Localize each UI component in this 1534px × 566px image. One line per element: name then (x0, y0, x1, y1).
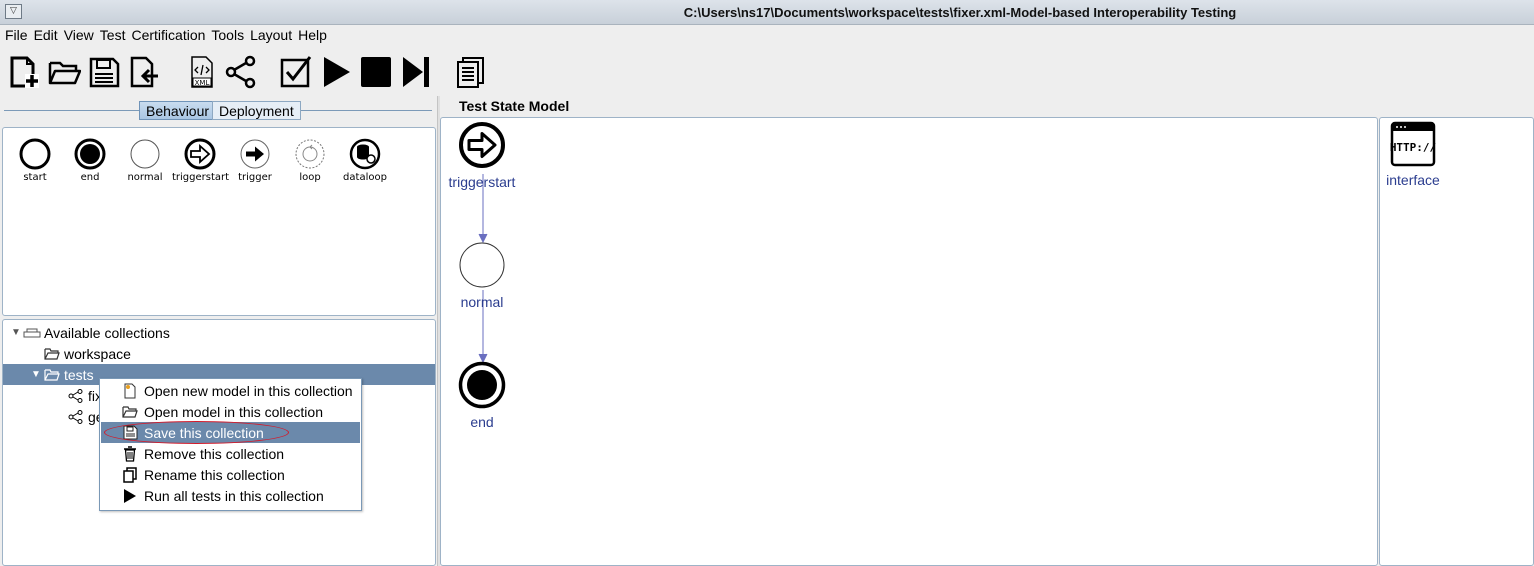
dataloop-state-icon (349, 138, 381, 170)
share-graph-icon[interactable] (223, 54, 259, 90)
palette-item-normal[interactable]: normal (117, 136, 173, 183)
tree-root-label: Available collections (44, 324, 170, 341)
node-normal[interactable]: normal (437, 240, 527, 310)
node-label: triggerstart (448, 174, 516, 190)
validate-check-icon[interactable] (278, 54, 314, 90)
export-icon[interactable] (126, 54, 162, 90)
loop-state-icon (295, 139, 325, 169)
node-interface[interactable]: HTTP:// interface (1368, 120, 1458, 188)
folder-icon (43, 347, 61, 361)
tree-item-workspace[interactable]: workspace (29, 343, 461, 364)
model-graph-icon (67, 388, 85, 403)
play-icon (122, 488, 138, 504)
start-state-icon (19, 138, 51, 170)
menu-help[interactable]: Help (293, 26, 327, 46)
stop-icon[interactable] (358, 54, 394, 90)
expand-arrow-icon[interactable]: ▼ (9, 327, 23, 338)
normal-state-icon (130, 139, 160, 169)
svg-text:XML: XML (195, 79, 210, 87)
http-interface-icon: HTTP:// (1390, 121, 1437, 167)
window-title: C:\Users\ns17\Documents\workspace\tests\… (683, 5, 1237, 20)
menu-view[interactable]: View (59, 26, 94, 46)
menu-file[interactable]: File (0, 26, 28, 46)
menu-item-label: Save this collection (144, 424, 264, 441)
menu-layout[interactable]: Layout (245, 26, 292, 46)
palette-item-label: normal (127, 172, 163, 183)
palette-item-start[interactable]: start (7, 136, 63, 183)
trash-icon (122, 445, 138, 462)
folder-icon (43, 368, 61, 382)
menu-item-remove-collection[interactable]: Remove this collection (101, 443, 360, 464)
application-window: ▽ C:\Users\ns17\Documents\workspace\test… (0, 0, 1534, 566)
canvas-title: Test State Model (459, 98, 570, 114)
svg-text:HTTP://: HTTP:// (1390, 141, 1437, 154)
node-label: normal (460, 294, 504, 310)
title-bar: ▽ C:\Users\ns17\Documents\workspace\test… (0, 0, 1534, 25)
node-label: interface (1386, 172, 1440, 188)
state-model-canvas[interactable]: triggerstart normal end (440, 117, 1378, 566)
interface-panel: HTTP:// interface (1379, 117, 1534, 566)
menu-item-open-new-model[interactable]: Open new model in this collection (101, 380, 360, 401)
menu-edit[interactable]: Edit (29, 26, 58, 46)
tree-item-label: workspace (64, 345, 131, 362)
new-model-icon[interactable] (6, 54, 42, 90)
menu-item-label: Remove this collection (144, 445, 285, 462)
step-icon[interactable] (398, 54, 434, 90)
run-icon[interactable] (318, 54, 354, 90)
menu-item-label: Run all tests in this collection (144, 487, 324, 504)
menu-item-open-model[interactable]: Open model in this collection (101, 401, 360, 422)
save-icon[interactable] (86, 54, 122, 90)
palette-item-triggerstart[interactable]: triggerstart (172, 136, 230, 183)
collections-icon (23, 326, 41, 340)
tab-deployment[interactable]: Deployment (212, 101, 301, 120)
menu-certification[interactable]: Certification (126, 26, 205, 46)
folder-icon (122, 404, 138, 420)
palette-item-label: end (80, 172, 100, 183)
tree-root[interactable]: ▼ Available collections (9, 322, 441, 343)
expand-arrow-icon[interactable]: ▼ (29, 369, 43, 380)
palette-item-dataloop[interactable]: dataloop (337, 136, 393, 183)
end-state-icon (458, 361, 506, 409)
triggerstart-state-icon (459, 122, 505, 168)
node-triggerstart[interactable]: triggerstart (437, 120, 527, 190)
open-folder-icon[interactable] (46, 54, 82, 90)
trigger-state-icon (240, 139, 270, 169)
palette-item-label: trigger (238, 172, 272, 183)
end-state-icon (74, 138, 106, 170)
menu-item-rename-collection[interactable]: Rename this collection (101, 464, 360, 485)
menu-item-label: Open new model in this collection (144, 382, 353, 399)
menu-test[interactable]: Test (95, 26, 126, 46)
model-graph-icon (67, 409, 85, 424)
menu-tools[interactable]: Tools (206, 26, 244, 46)
palette-item-label: loop (299, 172, 321, 183)
state-palette: start end normal triggerstart trigger lo… (2, 127, 436, 316)
menu-item-run-all-tests[interactable]: Run all tests in this collection (101, 485, 360, 506)
menu-item-label: Open model in this collection (144, 403, 323, 420)
menu-item-label: Rename this collection (144, 466, 285, 483)
node-end[interactable]: end (437, 360, 527, 430)
normal-state-icon (459, 242, 505, 288)
palette-item-label: dataloop (343, 172, 387, 183)
toolbar: XML (0, 50, 520, 92)
tab-behaviour[interactable]: Behaviour (139, 101, 217, 120)
palette-item-label: triggerstart (172, 172, 230, 183)
transition-edges (478, 174, 488, 364)
xml-icon[interactable]: XML (184, 54, 220, 90)
palette-item-label: start (23, 172, 47, 183)
menu-item-save-collection[interactable]: Save this collection (101, 422, 360, 443)
menu-bar: File Edit View Test Certification Tools … (0, 26, 1534, 46)
palette-item-trigger[interactable]: trigger (227, 136, 283, 183)
palette-item-loop[interactable]: loop (282, 136, 338, 183)
triggerstart-state-icon (184, 138, 216, 170)
palette-item-end[interactable]: end (62, 136, 118, 183)
new-document-icon (122, 383, 138, 399)
report-icon[interactable] (452, 54, 488, 90)
view-tab-strip: Behaviour Deployment (0, 96, 437, 126)
collection-context-menu: Open new model in this collection Open m… (99, 378, 362, 511)
save-icon (122, 425, 138, 441)
node-label: end (470, 414, 494, 430)
copy-icon (122, 466, 138, 483)
tree-item-label: tests (64, 366, 94, 383)
